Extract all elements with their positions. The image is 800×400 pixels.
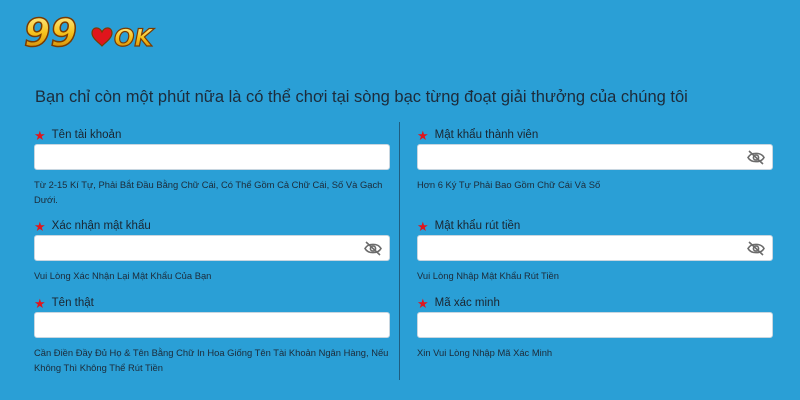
column-divider <box>399 122 400 380</box>
withdraw-password-input[interactable] <box>417 235 773 261</box>
field-hint: Xin Vui Lòng Nhập Mã Xác Minh <box>417 347 553 358</box>
eye-slash-icon[interactable] <box>746 149 766 166</box>
field-member-password: ★ Mật khẩu thành viên Hơn 6 Ký Tự Phải B… <box>417 128 773 192</box>
field-label: Xác nhận mật khẩu <box>51 220 151 232</box>
field-confirm-password: ★ Xác nhận mật khẩu Vui Lòng Xác Nhận Lạ… <box>34 219 390 283</box>
required-star-icon: ★ <box>417 127 429 143</box>
svg-text:.: . <box>151 41 153 48</box>
svg-text:99: 99 <box>24 11 77 52</box>
field-hint: Cần Điền Đầy Đủ Họ & Tên Bằng Chữ In Hoa… <box>34 347 389 373</box>
field-real-name: ★ Tên thật Cần Điền Đầy Đủ Họ & Tên Bằng… <box>34 296 390 375</box>
required-star-icon: ★ <box>34 218 46 234</box>
required-star-icon: ★ <box>417 218 429 234</box>
page-headline: Bạn chỉ còn một phút nữa là có thể chơi … <box>35 88 688 106</box>
field-verification-code: ★ Mã xác minh Xin Vui Lòng Nhập Mã Xác M… <box>417 296 773 360</box>
field-hint: Hơn 6 Ký Tự Phải Bao Gồm Chữ Cái Và Số <box>417 179 601 190</box>
field-hint: Vui Lòng Nhập Mật Khẩu Rút Tiền <box>417 270 559 281</box>
svg-text:OK: OK <box>114 24 155 52</box>
required-star-icon: ★ <box>34 127 46 143</box>
field-username: ★ Tên tài khoản Từ 2-15 Kí Tự, Phải Bắt … <box>34 128 390 207</box>
field-label: Mật khẩu thành viên <box>434 129 539 141</box>
member-password-input[interactable] <box>417 144 773 170</box>
confirm-password-input[interactable] <box>34 235 390 261</box>
eye-slash-icon[interactable] <box>746 240 766 257</box>
brand-logo[interactable]: 99 OK . <box>22 10 157 52</box>
real-name-input[interactable] <box>34 312 390 338</box>
logo-graphic: 99 OK . <box>23 10 156 52</box>
eye-slash-icon[interactable] <box>363 240 383 257</box>
username-input[interactable] <box>34 144 390 170</box>
field-hint: Từ 2-15 Kí Tự, Phải Bắt Đầu Bằng Chữ Cái… <box>34 179 383 205</box>
field-withdraw-password: ★ Mật khẩu rút tiền Vui Lòng Nhập Mật Kh… <box>417 219 773 283</box>
verification-code-input[interactable] <box>417 312 773 338</box>
required-star-icon: ★ <box>417 295 429 311</box>
field-hint: Vui Lòng Xác Nhận Lại Mật Khẩu Của Bạn <box>34 270 212 281</box>
required-star-icon: ★ <box>34 295 46 311</box>
field-label: Tên thật <box>51 297 94 309</box>
field-label: Tên tài khoản <box>51 129 122 141</box>
field-label: Mật khẩu rút tiền <box>434 220 521 232</box>
field-label: Mã xác minh <box>434 297 500 309</box>
